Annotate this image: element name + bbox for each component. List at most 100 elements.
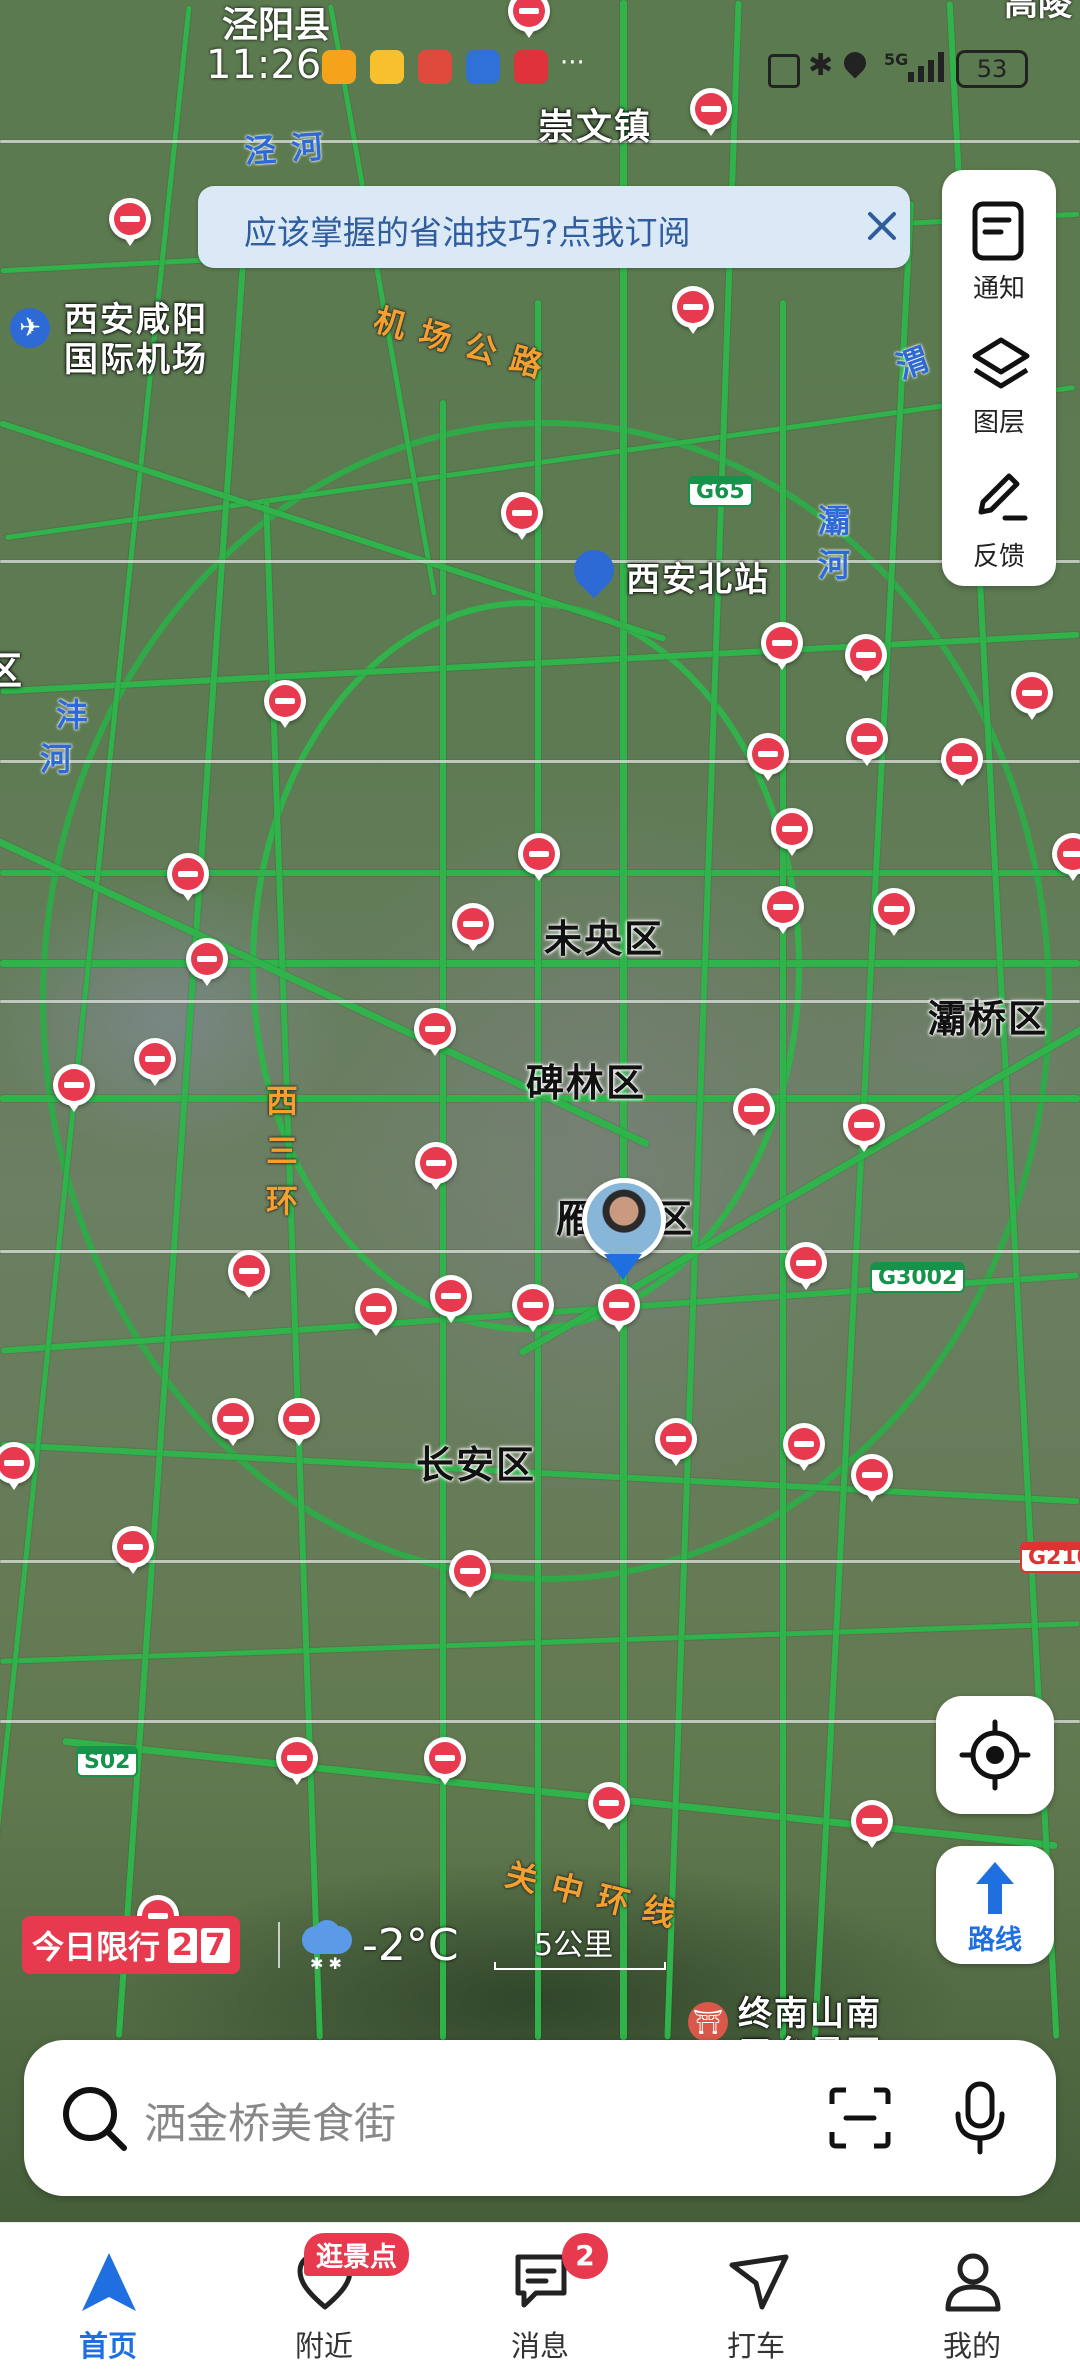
locate-button[interactable] [936, 1696, 1054, 1814]
minor-road [0, 1250, 1080, 1253]
road [620, 0, 627, 2040]
restriction-pin[interactable] [771, 808, 813, 856]
map-label-fenghe-1: 沣 [56, 696, 91, 734]
restriction-pin[interactable] [414, 1008, 456, 1056]
feedback-label: 反馈 [972, 542, 1025, 572]
restriction-pin[interactable] [112, 1526, 154, 1574]
restriction-badge[interactable]: 今日限行 2 7 [22, 1916, 240, 1974]
feedback-button[interactable]: 反馈 [942, 448, 1056, 578]
restriction-pin[interactable] [588, 1782, 630, 1830]
restriction-pin[interactable] [0, 1442, 35, 1490]
weather-widget[interactable]: ✱ ✱ -2°C [298, 1912, 459, 1978]
restriction-pin[interactable] [449, 1550, 491, 1598]
airport-icon: ✈ [10, 308, 50, 348]
restriction-pin[interactable] [762, 886, 804, 934]
restriction-pin[interactable] [846, 718, 888, 766]
user-icon [945, 2253, 1001, 2312]
scale-label: 5公里 [534, 1928, 614, 1963]
status-more: ··· [560, 48, 585, 78]
bottom-nav: 首页 附近 逛景点 消息 2 打车 我的 [0, 2222, 1080, 2377]
restriction-pin[interactable] [1011, 672, 1053, 720]
restriction-digit: 7 [200, 1927, 230, 1963]
shield-g210: G210 [1020, 1542, 1080, 1573]
locate-icon [959, 1719, 1031, 1791]
scale-bar [494, 1962, 666, 1970]
restriction-pin[interactable] [655, 1418, 697, 1466]
restriction-pin[interactable] [851, 1454, 893, 1502]
notify-button[interactable]: 通知 [942, 180, 1056, 310]
subscription-banner[interactable]: 应该掌握的省油技巧?点我订阅 [198, 186, 910, 268]
search-bar[interactable]: 洒金桥美食街 [24, 2040, 1056, 2196]
search-input[interactable]: 洒金桥美食街 [144, 2090, 396, 2151]
restriction-pin[interactable] [264, 680, 306, 728]
restriction-pin[interactable] [430, 1275, 472, 1323]
nav-taxi[interactable]: 打车 [648, 2223, 864, 2377]
restriction-pin[interactable] [512, 1284, 554, 1332]
restriction-pin[interactable] [783, 1423, 825, 1471]
status-bar: 泾阳县 高陵 11:26 ··· ✱ 5G 53 [0, 0, 1080, 130]
network-label: 5G [884, 50, 909, 69]
scenic-spot-icon: ⛩ [688, 2002, 728, 2042]
restriction-pin[interactable] [843, 1104, 885, 1152]
restriction-pin[interactable] [733, 1088, 775, 1136]
nav-nearby[interactable]: 附近 逛景点 [216, 2223, 432, 2377]
restriction-pin[interactable] [851, 1800, 893, 1848]
restriction-pin[interactable] [228, 1250, 270, 1298]
restriction-label: 今日限行 [32, 1928, 161, 1966]
battery-icon: 53 [956, 50, 1028, 88]
nav-home[interactable]: 首页 [0, 2223, 216, 2377]
map-label-baqiao: 灞桥区 [928, 997, 1049, 1041]
restriction-pin[interactable] [941, 738, 983, 786]
bluetooth-icon: ✱ [808, 48, 834, 83]
restriction-pin[interactable] [167, 853, 209, 901]
restriction-pin[interactable] [845, 634, 887, 682]
route-arrow-icon [976, 1862, 1014, 1914]
restriction-pin[interactable] [415, 1142, 457, 1190]
scan-icon[interactable] [828, 2086, 892, 2150]
notify-label: 通知 [972, 274, 1025, 304]
restriction-pin[interactable] [53, 1064, 95, 1112]
restriction-pin[interactable] [1052, 833, 1080, 881]
nav-nearby-label: 附近 [294, 2329, 353, 2363]
layers-button[interactable]: 图层 [942, 314, 1056, 444]
restriction-pin[interactable] [873, 888, 915, 936]
app-notification-icon [514, 50, 548, 84]
restriction-pin[interactable] [747, 733, 789, 781]
status-top-label: 泾阳县 [222, 5, 331, 46]
shield-s02: S02 [76, 1746, 139, 1777]
minor-road [0, 1560, 1080, 1563]
nav-mine[interactable]: 我的 [864, 2223, 1080, 2377]
map-toolbar: 通知 图层 反馈 [942, 170, 1056, 586]
restriction-pin[interactable] [109, 198, 151, 246]
restriction-pin[interactable] [598, 1284, 640, 1332]
restriction-pin[interactable] [501, 492, 543, 540]
microphone-icon[interactable] [950, 2080, 1010, 2156]
restriction-pin[interactable] [355, 1288, 397, 1336]
nav-messages-label: 消息 [510, 2329, 569, 2363]
nav-messages[interactable]: 消息 2 [432, 2223, 648, 2377]
restriction-pin[interactable] [278, 1398, 320, 1446]
nav-taxi-label: 打车 [726, 2329, 785, 2363]
restriction-pin[interactable] [785, 1242, 827, 1290]
current-location-marker[interactable] [582, 1178, 668, 1288]
restriction-pin[interactable] [276, 1737, 318, 1785]
restriction-pin[interactable] [212, 1398, 254, 1446]
restriction-pin[interactable] [134, 1038, 176, 1086]
nav-mine-label: 我的 [942, 2329, 1001, 2363]
close-icon[interactable] [860, 204, 904, 248]
app-notification-icon [370, 50, 404, 84]
map-label-west-ring-3: 环 [266, 1182, 301, 1220]
restriction-pin[interactable] [424, 1737, 466, 1785]
restriction-pin[interactable] [761, 622, 803, 670]
messages-badge: 2 [562, 2233, 608, 2279]
restriction-digit: 2 [168, 1927, 197, 1963]
restriction-pin[interactable] [452, 903, 494, 951]
restriction-pin[interactable] [186, 938, 228, 986]
map-label-fenghe-2: 河 [40, 740, 75, 778]
restriction-pin[interactable] [518, 833, 560, 881]
map-label-bahe-1: 灞 [818, 502, 853, 540]
app-notification-icon [322, 50, 356, 84]
route-button[interactable]: 路线 [936, 1846, 1054, 1964]
map-view[interactable]: 崇文镇 泾 河 ✈ 西安咸阳 国际机场 机 场 公 路 渭 G65 灞 河 西安… [0, 0, 1080, 2376]
restriction-pin[interactable] [672, 286, 714, 334]
